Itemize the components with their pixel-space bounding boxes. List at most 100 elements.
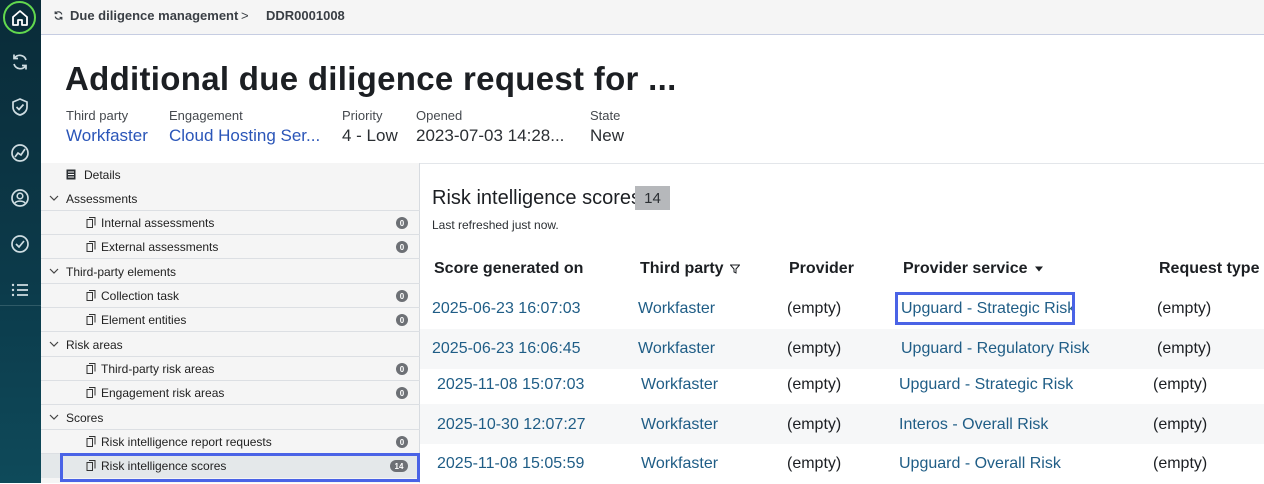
meta-value: 2023-07-03 14:28... — [416, 126, 565, 145]
request-type-cell: (empty) — [1153, 416, 1208, 433]
sort-descending-icon[interactable] — [1034, 265, 1044, 273]
check-circle-icon[interactable] — [9, 233, 31, 255]
meta-priority: Priority 4 - Low — [342, 108, 398, 146]
rail-divider — [0, 305, 41, 306]
breadcrumb-parent[interactable]: Due diligence management — [53, 8, 238, 23]
third-party-link[interactable]: Workfaster — [641, 376, 718, 394]
request-type-cell: (empty) — [1153, 455, 1208, 472]
selected-highlight — [60, 453, 420, 482]
meta-value: New — [590, 126, 625, 145]
sidebar-group-third-party-elements[interactable]: Third-party elements — [41, 260, 420, 284]
request-type-cell: (empty) — [1153, 376, 1208, 393]
meta-value-link[interactable]: Cloud Hosting Ser... — [169, 126, 320, 146]
home-icon[interactable] — [3, 1, 36, 34]
meta-label: Engagement — [169, 108, 243, 123]
page-title: Additional due diligence request for ... — [65, 60, 677, 97]
user-circle-icon[interactable] — [9, 187, 31, 209]
third-party-link[interactable]: Workfaster — [638, 300, 715, 318]
provider-service-link[interactable]: Upguard - Strategic Risk — [899, 376, 1073, 394]
third-party-link[interactable]: Workfaster — [638, 340, 715, 358]
chevron-down-icon — [49, 341, 59, 347]
sidebar-group-scores[interactable]: Scores — [41, 406, 420, 430]
count-badge: 0 — [396, 387, 408, 399]
list-icon[interactable] — [9, 279, 31, 301]
column-header-provider-service[interactable]: Provider service — [903, 260, 1044, 278]
sidebar-item-risk-intelligence-report-requests[interactable]: Risk intelligence report requests 0 — [41, 430, 420, 454]
shield-check-icon[interactable] — [9, 96, 31, 118]
count-badge: 0 — [396, 290, 408, 302]
document-icon — [86, 290, 96, 301]
sidebar-item-collection-task[interactable]: Collection task 0 — [41, 284, 420, 308]
score-generated-on-link[interactable]: 2025-06-23 16:06:45 — [432, 340, 581, 358]
document-icon — [86, 241, 96, 252]
last-refreshed-text: Last refreshed just now. — [432, 218, 559, 232]
form-icon — [66, 169, 76, 180]
column-header-label: Score generated on — [434, 260, 584, 277]
list-title: Risk intelligence scores — [432, 187, 641, 209]
meta-label: Priority — [342, 108, 383, 123]
sidebar-item-label: Element entities — [101, 313, 187, 327]
chevron-down-icon — [49, 414, 59, 420]
breadcrumb-parent-label: Due diligence management — [70, 8, 239, 23]
provider-service-link[interactable]: Upguard - Overall Risk — [899, 455, 1061, 473]
filter-icon[interactable] — [729, 264, 740, 274]
column-header-label: Third party — [640, 260, 724, 277]
request-type-cell: (empty) — [1157, 300, 1212, 317]
sidebar-item-label: Risk intelligence report requests — [101, 435, 272, 449]
sidebar-item-element-entities[interactable]: Element entities 0 — [41, 308, 420, 332]
column-header-provider[interactable]: Provider — [789, 260, 854, 278]
meta-label: Third party — [66, 108, 129, 123]
third-party-link[interactable]: Workfaster — [641, 416, 718, 434]
meta-value-link[interactable]: Workfaster — [66, 126, 148, 146]
column-header-score-generated-on[interactable]: Score generated on — [434, 260, 583, 278]
meta-value: 4 - Low — [342, 126, 398, 145]
count-badge: 0 — [396, 363, 408, 375]
request-type-cell: (empty) — [1157, 340, 1212, 357]
list-count-badge: 14 — [635, 186, 670, 210]
score-generated-on-link[interactable]: 2025-06-23 16:07:03 — [432, 300, 581, 318]
sidebar-item-third-party-risk-areas[interactable]: Third-party risk areas 0 — [41, 357, 420, 381]
count-badge: 0 — [396, 217, 408, 229]
column-header-request-type[interactable]: Request type — [1159, 260, 1259, 278]
meta-label: State — [590, 108, 621, 123]
provider-cell: (empty) — [787, 300, 842, 317]
score-generated-on-link[interactable]: 2025-11-08 15:05:59 — [437, 455, 584, 473]
sidebar-item-details[interactable]: Details — [41, 163, 420, 187]
score-generated-on-link[interactable]: 2025-10-30 12:07:27 — [437, 416, 586, 434]
column-header-label: Provider service — [903, 260, 1028, 277]
sidebar-item-label: Engagement risk areas — [101, 386, 225, 400]
sidebar-item-external-assessments[interactable]: External assessments 0 — [41, 235, 420, 259]
sidebar-item-label: Collection task — [101, 289, 180, 303]
meta-engagement: Engagement Cloud Hosting Ser... — [169, 108, 320, 146]
sidebar-item-label: Internal assessments — [101, 216, 215, 230]
score-generated-on-link[interactable]: 2025-11-08 15:07:03 — [437, 376, 584, 394]
sidebar-item-internal-assessments[interactable]: Internal assessments 0 — [41, 211, 420, 235]
sidebar-group-label: Scores — [66, 411, 104, 425]
document-icon — [86, 436, 96, 447]
provider-service-link[interactable]: Interos - Overall Risk — [899, 416, 1048, 434]
breadcrumb: Due diligence management > DDR0001008 — [41, 0, 1264, 35]
sidebar-group-label: Third-party elements — [66, 265, 177, 279]
column-header-third-party[interactable]: Third party — [640, 260, 740, 278]
meta-label: Opened — [416, 108, 463, 123]
sidebar-group-label: Risk areas — [66, 338, 123, 352]
sidebar-item-label: External assessments — [101, 240, 219, 254]
analytics-icon[interactable] — [9, 142, 31, 164]
provider-service-link[interactable]: Upguard - Regulatory Risk — [901, 340, 1090, 358]
count-badge: 0 — [396, 241, 408, 253]
sidebar-group-risk-areas[interactable]: Risk areas — [41, 333, 420, 357]
provider-cell: (empty) — [787, 340, 842, 357]
column-header-label: Request type — [1159, 260, 1260, 277]
document-icon — [86, 314, 96, 325]
sidebar-group-assessments[interactable]: Assessments — [41, 187, 420, 211]
count-badge: 0 — [396, 436, 408, 448]
breadcrumb-separator: > — [241, 8, 249, 23]
document-icon — [86, 363, 96, 374]
sidebar-item-engagement-risk-areas[interactable]: Engagement risk areas 0 — [41, 381, 420, 405]
meta-state: State New — [590, 108, 624, 146]
column-header-label: Provider — [789, 260, 854, 277]
count-badge: 0 — [396, 314, 408, 326]
provider-cell: (empty) — [787, 416, 842, 433]
refresh-icon[interactable] — [9, 51, 31, 73]
third-party-link[interactable]: Workfaster — [641, 455, 718, 473]
